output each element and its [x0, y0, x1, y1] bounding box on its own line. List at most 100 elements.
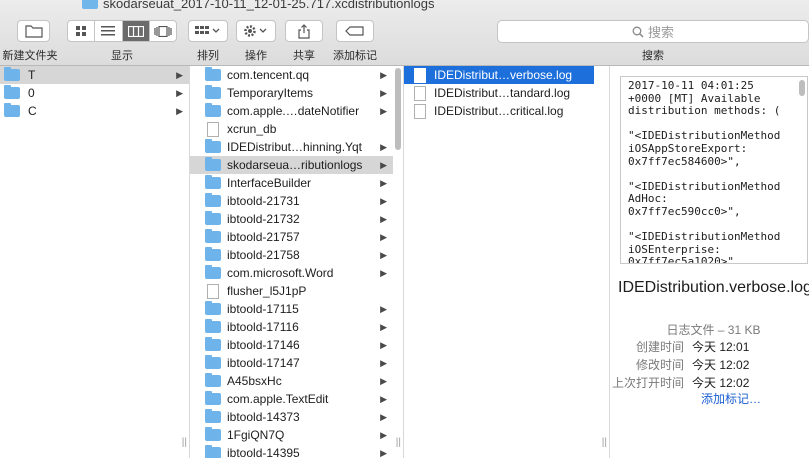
- folder-icon: [205, 427, 221, 441]
- chevron-right-icon: ▶: [380, 249, 387, 260]
- list-item[interactable]: xcrun_db: [190, 120, 393, 138]
- item-label: flusher_l5J1pP: [227, 284, 307, 298]
- chevron-right-icon: ▶: [380, 159, 387, 170]
- item-label: com.apple.…dateNotifier: [227, 104, 360, 118]
- file-kind-size: 日志文件 – 31 KB: [666, 323, 761, 337]
- list-item[interactable]: ibtoold-14395 ▶: [190, 444, 393, 458]
- folder-icon: [205, 355, 221, 369]
- new-folder-icon: [24, 25, 43, 38]
- action-label: 操作: [245, 50, 267, 62]
- item-label: InterfaceBuilder: [227, 176, 312, 190]
- column-3[interactable]: IDEDistribut…verbose.log IDEDistribut…ta…: [404, 66, 610, 458]
- list-item[interactable]: com.apple.…dateNotifier ▶: [190, 102, 393, 120]
- document-icon: [207, 121, 219, 137]
- view-list-mode-button[interactable]: [95, 21, 123, 41]
- chevron-right-icon: ▶: [380, 411, 387, 422]
- list-item[interactable]: InterfaceBuilder ▶: [190, 174, 393, 192]
- scrollbar-thumb[interactable]: [799, 80, 805, 96]
- add-tags-link[interactable]: 添加标记…: [701, 390, 761, 407]
- list-item[interactable]: ibtoold-21758 ▶: [190, 246, 393, 264]
- list-item[interactable]: C ▶: [0, 102, 189, 120]
- share-label: 共享: [293, 50, 315, 62]
- list-item[interactable]: skodarseua…ributionlogs ▶: [190, 156, 393, 174]
- list-item[interactable]: IDEDistribut…critical.log: [404, 102, 594, 120]
- list-item[interactable]: T ▶: [0, 66, 189, 84]
- chevron-right-icon: ▶: [380, 69, 387, 80]
- item-label: com.microsoft.Word: [227, 266, 334, 280]
- meta-row-last-opened: 上次打开时间 今天 12:02: [610, 374, 749, 390]
- column-resize-handle[interactable]: ||: [182, 437, 187, 448]
- view-icon-mode-button[interactable]: [68, 21, 96, 41]
- tag-icon: [345, 26, 364, 36]
- view-mode-segmented[interactable]: [67, 20, 177, 42]
- list-item[interactable]: flusher_l5J1pP: [190, 282, 393, 300]
- list-item[interactable]: A45bsxHc ▶: [190, 372, 393, 390]
- folder-icon: [205, 157, 221, 171]
- list-item[interactable]: ibtoold-21757 ▶: [190, 228, 393, 246]
- column-resize-handle[interactable]: ||: [396, 437, 401, 448]
- chevron-right-icon: ▶: [380, 267, 387, 278]
- search-placeholder: 搜索: [647, 25, 674, 40]
- meta-value: 今天 12:02: [692, 376, 750, 390]
- folder-icon: [205, 445, 221, 458]
- list-item[interactable]: ibtoold-17116 ▶: [190, 318, 393, 336]
- arrange-grid-icon: [195, 26, 220, 34]
- list-item[interactable]: com.apple.TextEdit ▶: [190, 390, 393, 408]
- toolbar: skodarseuat_2017-10-11_12-01-25.717.xcdi…: [0, 0, 809, 66]
- arrange-button[interactable]: [188, 20, 228, 42]
- folder-icon: [82, 0, 98, 9]
- chevron-right-icon: ▶: [380, 231, 387, 242]
- view-coverflow-mode-button[interactable]: [150, 21, 176, 41]
- folder-icon: [205, 319, 221, 333]
- item-label: ibtoold-14373: [227, 410, 300, 424]
- column-2[interactable]: ibtoold-14395 ▶ 1FgiQN7Q ▶ ibtoold-14373 ▶ com…: [190, 66, 404, 458]
- list-item[interactable]: com.microsoft.Word ▶: [190, 264, 393, 282]
- search-icon: [632, 26, 644, 38]
- file-name: IDEDistribution.verbose.log: [618, 279, 809, 296]
- column-resize-handle[interactable]: ||: [602, 437, 607, 448]
- item-label: IDEDistribut…critical.log: [434, 104, 564, 118]
- item-label: com.tencent.qq: [227, 68, 310, 82]
- share-button[interactable]: [285, 20, 323, 42]
- chevron-right-icon: ▶: [380, 303, 387, 314]
- item-label: ibtoold-21731: [227, 194, 300, 208]
- window-title: skodarseuat_2017-10-11_12-01-25.717.xcdi…: [82, 0, 434, 11]
- list-item[interactable]: ibtoold-14373 ▶: [190, 408, 393, 426]
- list-item[interactable]: ibtoold-21731 ▶: [190, 192, 393, 210]
- meta-value: 今天 12:01: [692, 340, 750, 354]
- add-tags-label: 添加标记: [333, 50, 377, 62]
- folder-icon: [205, 337, 221, 351]
- item-label: IDEDistribut…verbose.log: [434, 68, 573, 82]
- chevron-right-icon: ▶: [380, 447, 387, 458]
- view-column-mode-button[interactable]: [122, 21, 150, 41]
- list-item[interactable]: ibtoold-21732 ▶: [190, 210, 393, 228]
- chevron-right-icon: ▶: [380, 375, 387, 386]
- cover-flow-icon: [154, 25, 172, 37]
- add-tags-button[interactable]: [336, 20, 374, 42]
- action-button[interactable]: [236, 20, 276, 42]
- scrollbar-thumb[interactable]: [395, 68, 401, 150]
- list-item[interactable]: IDEDistribut…verbose.log: [404, 66, 594, 84]
- folder-icon: [205, 229, 221, 243]
- new-folder-button[interactable]: [17, 20, 50, 42]
- column-1[interactable]: T ▶ 0 ▶ C ▶ ||: [0, 66, 190, 458]
- search-field[interactable]: 搜索: [497, 20, 809, 43]
- list-item[interactable]: ibtoold-17147 ▶: [190, 354, 393, 372]
- list-item[interactable]: 0 ▶: [0, 84, 189, 102]
- list-item[interactable]: ibtoold-17115 ▶: [190, 300, 393, 318]
- item-label: ibtoold-17115: [227, 302, 299, 316]
- grid-icon: [76, 26, 87, 36]
- list-item[interactable]: ibtoold-17146 ▶: [190, 336, 393, 354]
- list-item[interactable]: 1FgiQN7Q ▶: [190, 426, 393, 444]
- list-item[interactable]: TemporaryItems ▶: [190, 84, 393, 102]
- item-label: skodarseua…ributionlogs: [227, 158, 363, 172]
- list-item[interactable]: IDEDistribut…tandard.log: [404, 84, 594, 102]
- folder-icon: [205, 391, 221, 405]
- file-preview-content[interactable]: 2017-10-11 04:01:25 +0000 [MT] Available…: [620, 76, 808, 264]
- item-label: ibtoold-21758: [227, 248, 300, 262]
- list-item[interactable]: com.tencent.qq ▶: [190, 66, 393, 84]
- list-item[interactable]: IDEDistribut…hinning.Yqt ▶: [190, 138, 393, 156]
- document-icon: [414, 85, 426, 101]
- window-title-text: skodarseuat_2017-10-11_12-01-25.717.xcdi…: [103, 0, 435, 11]
- chevron-right-icon: ▶: [176, 87, 183, 98]
